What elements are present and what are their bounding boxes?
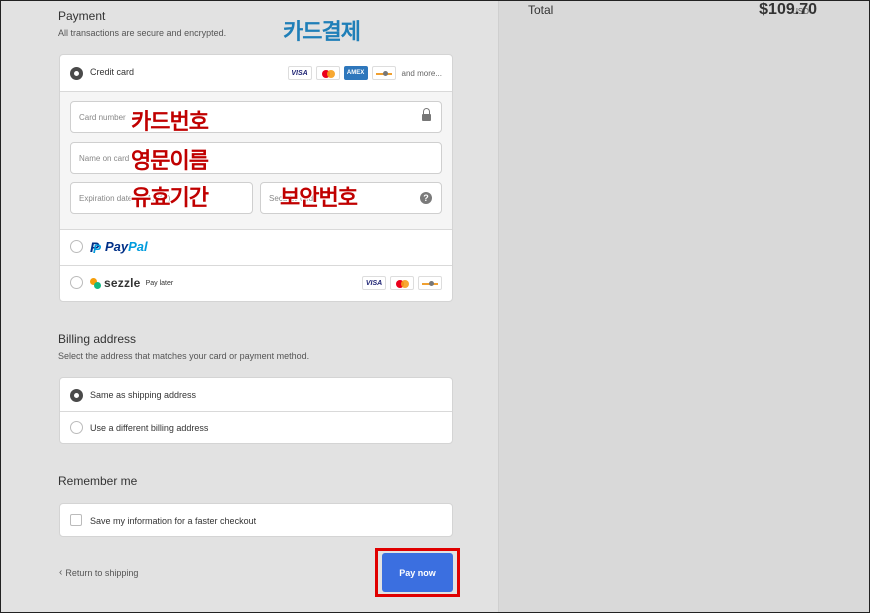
return-to-shipping-label: Return to shipping xyxy=(65,567,139,578)
billing-title: Billing address xyxy=(58,332,137,346)
pay-now-button[interactable]: Pay now xyxy=(382,553,453,592)
annotation-english-name: 영문이름 xyxy=(131,149,209,174)
amex-icon: AMEX xyxy=(343,66,368,80)
lock-icon xyxy=(422,108,431,121)
paypal-radio[interactable] xyxy=(70,240,83,253)
visa-icon: VISA xyxy=(362,276,386,290)
remember-card: Save my information for a faster checkou… xyxy=(59,503,453,537)
card-number-placeholder: Card number xyxy=(79,113,126,122)
save-info-option[interactable]: Save my information for a faster checkou… xyxy=(60,504,452,536)
order-summary-pane: Total USD $109.70 xyxy=(499,1,869,612)
paypal-logo: PP PayPal xyxy=(90,238,148,256)
credit-card-radio[interactable] xyxy=(70,67,83,80)
save-info-label: Save my information for a faster checkou… xyxy=(90,516,257,526)
credit-card-fields: Card number Name on card Expiration date… xyxy=(60,92,452,230)
annotation-card-number: 카드번호 xyxy=(131,110,209,135)
payment-subtitle: All transactions are secure and encrypte… xyxy=(58,28,227,38)
annotation-security-code: 보안번호 xyxy=(280,186,358,211)
save-info-checkbox[interactable] xyxy=(70,514,82,526)
discover-icon xyxy=(371,66,396,80)
billing-options-card: Same as shipping address Use a different… xyxy=(59,377,453,444)
sezzle-option[interactable]: sezzle Pay later VISA xyxy=(60,266,452,301)
chevron-left-icon: ‹ xyxy=(59,567,63,578)
mastercard-icon xyxy=(315,66,340,80)
credit-card-option[interactable]: Credit card VISA AMEX and more... xyxy=(60,55,452,92)
name-on-card-placeholder: Name on card xyxy=(79,154,130,163)
paypal-option[interactable]: PP PayPal xyxy=(60,230,452,266)
discover-icon xyxy=(418,276,442,290)
sezzle-card-logos: VISA xyxy=(362,276,442,290)
return-to-shipping-link[interactable]: ‹ Return to shipping xyxy=(59,567,138,578)
sezzle-icon xyxy=(90,277,101,289)
payment-title: Payment xyxy=(58,9,106,23)
and-more-text: and more... xyxy=(401,68,442,78)
total-amount: $109.70 xyxy=(759,1,817,18)
name-on-card-field[interactable]: Name on card xyxy=(70,142,442,174)
sezzle-tagline: Pay later xyxy=(145,279,174,287)
different-billing-option[interactable]: Use a different billing address xyxy=(60,412,452,444)
mastercard-icon xyxy=(390,276,414,290)
card-brand-logos: VISA AMEX and more... xyxy=(287,66,442,80)
same-as-shipping-label: Same as shipping address xyxy=(90,390,197,400)
sezzle-name: sezzle xyxy=(104,276,141,290)
card-number-field[interactable]: Card number xyxy=(70,101,442,133)
same-as-shipping-option[interactable]: Same as shipping address xyxy=(60,378,452,412)
sezzle-logo: sezzle Pay later xyxy=(90,276,173,290)
billing-subtitle: Select the address that matches your car… xyxy=(58,351,310,361)
paypal-icon: PP xyxy=(90,238,102,256)
different-billing-label: Use a different billing address xyxy=(90,423,209,433)
sezzle-radio[interactable] xyxy=(70,276,83,289)
payment-methods-card: Credit card VISA AMEX and more... Card n… xyxy=(59,54,453,302)
same-as-shipping-radio[interactable] xyxy=(70,389,83,402)
visa-icon: VISA xyxy=(287,66,312,80)
total-label: Total xyxy=(528,3,554,17)
different-billing-radio[interactable] xyxy=(70,421,83,434)
help-icon[interactable]: ? xyxy=(420,192,432,204)
annotation-expiration: 유효기간 xyxy=(131,186,209,211)
remember-title: Remember me xyxy=(58,474,138,488)
paypal-text-pay: Pay xyxy=(105,239,129,254)
paypal-text-pal: Pal xyxy=(128,239,148,254)
credit-card-label: Credit card xyxy=(90,67,135,77)
annotation-card-payment: 카드결제 xyxy=(283,20,361,45)
